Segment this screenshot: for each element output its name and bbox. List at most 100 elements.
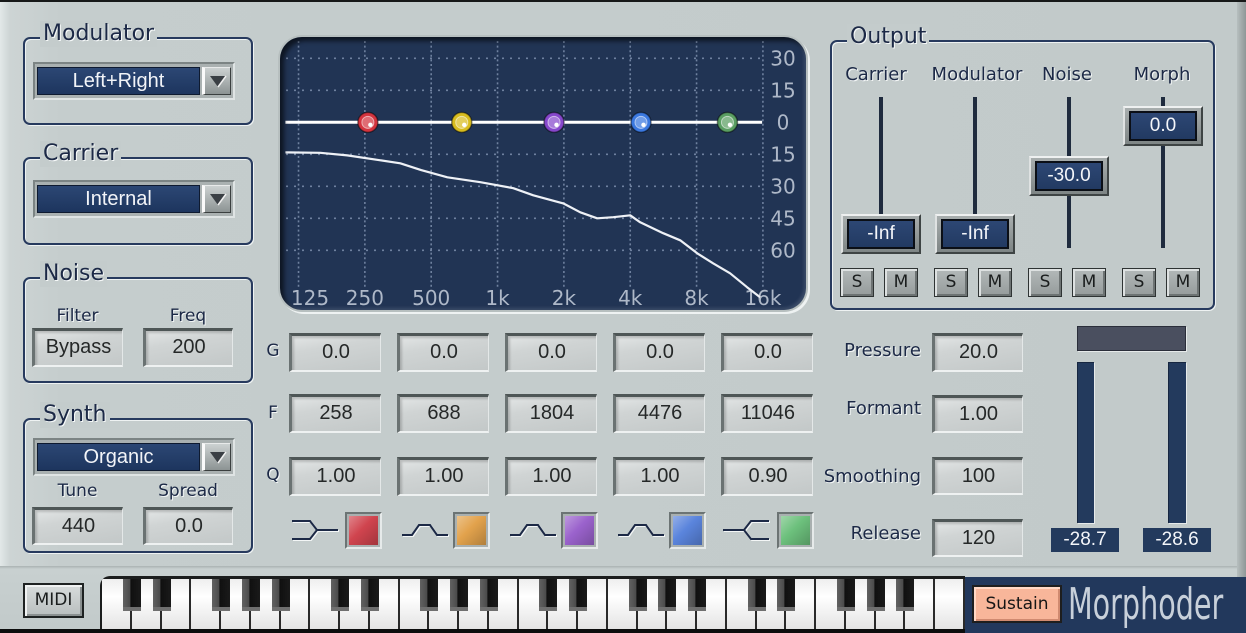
synth-spread-field[interactable]: 0.0: [143, 507, 233, 545]
peak-filter-icon[interactable]: [510, 518, 556, 542]
band-2-node-highlight: [462, 122, 467, 128]
eq-band-node[interactable]: [451, 111, 473, 134]
black-key[interactable]: [688, 579, 707, 611]
gain-row-label: G: [266, 341, 280, 361]
band-3-color: [565, 516, 594, 545]
black-key[interactable]: [866, 579, 885, 611]
release-label: Release: [850, 523, 921, 544]
window-top-border: [0, 0, 1246, 2]
window-right-bevel: [1237, 2, 1246, 633]
black-key[interactable]: [122, 579, 141, 611]
band-1-color: [349, 516, 378, 545]
black-key[interactable]: [479, 579, 498, 611]
pressure-field[interactable]: 20.0: [932, 333, 1023, 372]
carrier-source-dropdown[interactable]: Internal: [33, 180, 235, 218]
q-row-label: Q: [266, 465, 280, 485]
noise-freq-field[interactable]: 200: [143, 328, 233, 367]
carrier-fader-knob[interactable]: -Inf: [841, 214, 921, 254]
black-key[interactable]: [747, 579, 766, 611]
band-4-gain-field[interactable]: 0.0: [613, 333, 705, 372]
carrier-title: Carrier: [40, 141, 122, 167]
y-tick-label: 30: [770, 46, 795, 70]
band-3-gain-field[interactable]: 0.0: [505, 333, 597, 372]
midi-button[interactable]: MIDI: [23, 583, 84, 618]
black-key[interactable]: [152, 579, 171, 611]
band-1-gain-field[interactable]: 0.0: [289, 333, 381, 372]
right-level-meter: [1168, 362, 1186, 523]
black-key[interactable]: [777, 579, 796, 611]
band-2-node-ring: [455, 115, 469, 129]
release-field[interactable]: 120: [932, 519, 1023, 557]
modulator-mute-button[interactable]: M: [978, 268, 1012, 297]
band-3-enable-swatch[interactable]: [561, 512, 598, 549]
black-key[interactable]: [241, 579, 260, 611]
black-key[interactable]: [628, 579, 647, 611]
formant-field[interactable]: 1.00: [932, 395, 1023, 433]
peak-filter-icon[interactable]: [402, 518, 448, 542]
modulator-solo-button[interactable]: S: [934, 268, 968, 297]
band-4-enable-swatch[interactable]: [669, 512, 706, 549]
clip-indicator[interactable]: [1077, 326, 1186, 351]
spectrum-line: [285, 151, 761, 299]
band-1-q-field[interactable]: 1.00: [289, 457, 381, 496]
black-key[interactable]: [331, 579, 350, 611]
eq-display: 125 250 500 1k 2k 4k 8k 16k 30 15 0 15 30 45 60: [280, 37, 806, 310]
black-key[interactable]: [420, 579, 439, 611]
band-3-freq-field[interactable]: 1804: [505, 394, 597, 433]
carrier-mute-button[interactable]: M: [884, 268, 918, 297]
noise-filter-field[interactable]: Bypass: [32, 328, 123, 367]
carrier-dropdown-button[interactable]: [202, 185, 231, 213]
band-4-q-field[interactable]: 1.00: [613, 457, 705, 496]
synth-dropdown-button[interactable]: [202, 443, 231, 471]
band-2-gain-field[interactable]: 0.0: [397, 333, 489, 372]
peak-filter-icon[interactable]: [618, 518, 664, 542]
noise-mute-button[interactable]: M: [1072, 268, 1106, 297]
smoothing-field[interactable]: 100: [932, 457, 1023, 495]
band-3-q-field[interactable]: 1.00: [505, 457, 597, 496]
synth-waveform-dropdown[interactable]: Organic: [33, 438, 235, 476]
low-shelf-icon[interactable]: [292, 518, 338, 542]
black-key[interactable]: [360, 579, 379, 611]
black-key[interactable]: [539, 579, 558, 611]
black-key[interactable]: [836, 579, 855, 611]
noise-fader-knob[interactable]: -30.0: [1029, 155, 1109, 196]
piano-keyboard[interactable]: [100, 576, 965, 629]
carrier-output-label: Carrier: [845, 64, 907, 85]
eq-band-node[interactable]: [716, 111, 739, 134]
black-key[interactable]: [212, 579, 231, 611]
eq-band-node[interactable]: [543, 111, 565, 134]
black-key[interactable]: [569, 579, 588, 611]
black-key[interactable]: [271, 579, 290, 611]
modulator-dropdown-button[interactable]: [202, 67, 231, 95]
band-1-node-highlight: [368, 122, 373, 128]
eq-band-node[interactable]: [630, 111, 652, 134]
morphoder-logo: Morphoder: [1068, 579, 1224, 630]
carrier-solo-button[interactable]: S: [840, 268, 874, 297]
eq-band-node[interactable]: [357, 111, 379, 134]
band-5-node-ring: [720, 115, 734, 129]
band-4-freq-field[interactable]: 4476: [613, 394, 705, 433]
high-shelf-icon[interactable]: [723, 518, 769, 542]
black-key[interactable]: [896, 579, 915, 611]
chevron-down-icon: [210, 451, 227, 464]
chevron-down-icon: [210, 75, 227, 88]
sustain-button[interactable]: Sustain: [972, 585, 1062, 623]
band-4-node-ring: [634, 115, 648, 129]
white-key[interactable]: [935, 579, 965, 629]
band-1-enable-swatch[interactable]: [345, 512, 382, 549]
morph-fader-knob[interactable]: 0.0: [1123, 106, 1203, 147]
band-4-color: [673, 516, 702, 545]
band-2-enable-swatch[interactable]: [453, 512, 490, 549]
noise-solo-button[interactable]: S: [1028, 268, 1062, 297]
morph-solo-button[interactable]: S: [1122, 268, 1156, 297]
modulator-title: Modulator: [40, 21, 158, 47]
band-2-freq-field[interactable]: 688: [397, 394, 489, 433]
morph-mute-button[interactable]: M: [1166, 268, 1200, 297]
band-2-q-field[interactable]: 1.00: [397, 457, 489, 496]
black-key[interactable]: [658, 579, 677, 611]
modulator-source-dropdown[interactable]: Left+Right: [33, 62, 235, 100]
modulator-fader-knob[interactable]: -Inf: [935, 214, 1015, 254]
synth-tune-field[interactable]: 440: [32, 507, 123, 545]
band-1-freq-field[interactable]: 258: [289, 394, 381, 433]
black-key[interactable]: [450, 579, 469, 611]
